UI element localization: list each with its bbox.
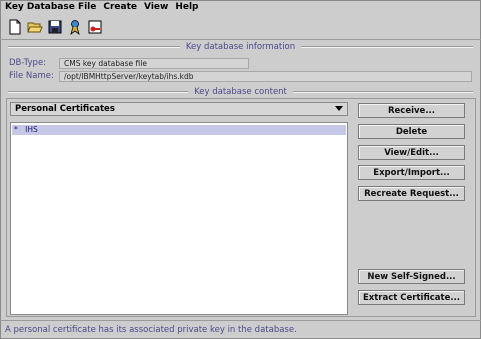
menu-bar: Key Database File Create View Help — [1, 1, 480, 13]
db-type-label: DB-Type: — [9, 58, 47, 68]
file-name-label: File Name: — [9, 71, 54, 81]
certificate-list[interactable]: * IHS — [10, 122, 348, 315]
file-name-field: /opt/IBMHttpServer/keytab/ihs.kdb — [59, 70, 472, 82]
status-bar: A personal certificate has its associate… — [0, 320, 481, 339]
list-item[interactable]: * IHS — [12, 125, 346, 135]
certificate-button[interactable] — [65, 17, 84, 36]
key-icon — [88, 20, 101, 33]
view-edit-button[interactable]: View/Edit... — [358, 145, 465, 160]
content-section-title: Key database content — [8, 87, 473, 97]
save-icon — [48, 20, 61, 33]
extract-certificate-button[interactable]: Extract Certificate... — [358, 290, 465, 305]
menu-view[interactable]: View — [144, 2, 168, 12]
dropdown-arrow-icon — [335, 106, 343, 111]
info-section-title: Key database information — [8, 42, 473, 52]
open-button[interactable] — [25, 17, 44, 36]
certificate-icon — [69, 19, 80, 35]
db-type-row: DB-Type: CMS key database file — [9, 57, 249, 69]
menu-key-database-file[interactable]: Key Database File — [5, 2, 96, 12]
status-message: A personal certificate has its associate… — [5, 325, 297, 335]
certificate-type-dropdown[interactable]: Personal Certificates — [10, 102, 348, 116]
key-button[interactable] — [85, 17, 104, 36]
delete-button[interactable]: Delete — [358, 124, 465, 139]
menu-help[interactable]: Help — [175, 2, 198, 12]
default-marker: * — [14, 125, 18, 134]
save-button[interactable] — [45, 17, 64, 36]
dropdown-value: Personal Certificates — [15, 104, 115, 114]
file-name-row: File Name: /opt/IBMHttpServer/keytab/ihs… — [9, 70, 472, 82]
list-item-label: IHS — [25, 125, 38, 134]
db-type-field: CMS key database file — [59, 57, 249, 69]
receive-button[interactable]: Receive... — [358, 103, 465, 118]
new-file-button[interactable] — [5, 17, 24, 36]
toolbar — [0, 14, 481, 40]
new-file-icon — [9, 19, 20, 34]
menu-create[interactable]: Create — [103, 2, 137, 12]
open-folder-icon — [26, 22, 43, 32]
new-self-signed-button[interactable]: New Self-Signed... — [358, 269, 465, 284]
export-import-button[interactable]: Export/Import... — [358, 165, 465, 180]
recreate-request-button[interactable]: Recreate Request... — [358, 186, 465, 201]
